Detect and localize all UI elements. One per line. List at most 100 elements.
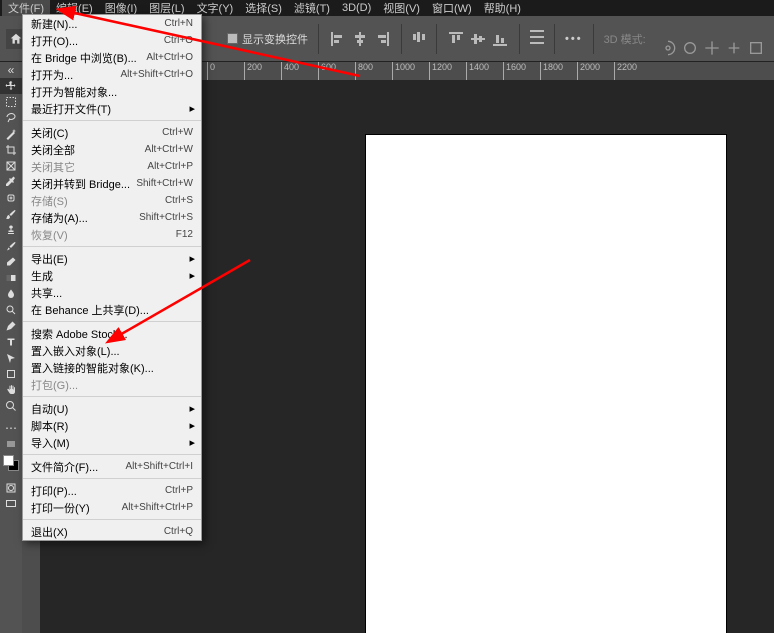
3d-slide-icon[interactable]	[726, 40, 742, 56]
zoom-tool[interactable]	[0, 398, 22, 414]
align-center-h-icon[interactable]	[351, 29, 369, 49]
shape-tool[interactable]	[0, 366, 22, 382]
menu-item[interactable]: 自动(U)▸	[23, 400, 201, 417]
menu-item-label: 最近打开文件(T)	[31, 101, 193, 117]
menu-item[interactable]: 导入(M)▸	[23, 434, 201, 451]
menu-item-label: 自动(U)	[31, 401, 193, 417]
marquee-tool[interactable]	[0, 94, 22, 110]
eraser-tool[interactable]	[0, 254, 22, 270]
menu-item-shortcut: Alt+Ctrl+P	[147, 161, 193, 172]
show-transform-controls-checkbox[interactable]: 显示变换控件	[227, 31, 308, 47]
menu-item[interactable]: 置入链接的智能对象(K)...	[23, 359, 201, 376]
menu-item[interactable]: 打印(P)...Ctrl+P	[23, 482, 201, 499]
menu-视图[interactable]: 视图(V)	[377, 0, 426, 17]
3d-orbit-icon[interactable]	[660, 40, 676, 56]
separator	[593, 24, 594, 54]
menu-item[interactable]: 存储为(A)...Shift+Ctrl+S	[23, 209, 201, 226]
menu-item[interactable]: 打开(O)...Ctrl+O	[23, 32, 201, 49]
menu-item-shortcut: Alt+Shift+Ctrl+O	[120, 69, 193, 80]
align-right-icon[interactable]	[373, 29, 391, 49]
pen-tool[interactable]	[0, 318, 22, 334]
menu-item-label: 打开(O)...	[31, 33, 164, 49]
move-tool[interactable]	[0, 78, 22, 94]
menu-item-shortcut: Alt+Shift+Ctrl+P	[122, 502, 193, 513]
submenu-arrow-icon: ▸	[189, 252, 195, 265]
eyedropper-tool[interactable]	[0, 174, 22, 190]
menu-item: 恢复(V)F12	[23, 226, 201, 243]
ruler-tick: 200	[244, 62, 281, 80]
path-tool[interactable]	[0, 350, 22, 366]
3d-roll-icon[interactable]	[682, 40, 698, 56]
menu-窗口[interactable]: 窗口(W)	[426, 0, 478, 17]
menu-item[interactable]: 在 Behance 上共享(D)...	[23, 301, 201, 318]
menu-item-shortcut: Alt+Ctrl+O	[146, 52, 193, 63]
lasso-tool[interactable]	[0, 110, 22, 126]
3d-pan-icon[interactable]	[704, 40, 720, 56]
document-canvas[interactable]	[366, 135, 726, 633]
menu-滤镜[interactable]: 滤镜(T)	[288, 0, 336, 17]
ruler-tick: 800	[355, 62, 392, 80]
submenu-arrow-icon: ▸	[189, 402, 195, 415]
menu-选择[interactable]: 选择(S)	[239, 0, 288, 17]
crop-tool[interactable]	[0, 142, 22, 158]
align-distribute-icon[interactable]	[412, 30, 426, 47]
menu-item[interactable]: 打印一份(Y)Alt+Shift+Ctrl+P	[23, 499, 201, 516]
menu-item[interactable]: 导出(E)▸	[23, 250, 201, 267]
wand-tool[interactable]	[0, 126, 22, 142]
menu-item[interactable]: 脚本(R)▸	[23, 417, 201, 434]
color-swatches[interactable]	[3, 455, 19, 471]
menu-item[interactable]: 搜索 Adobe Stock...	[23, 325, 201, 342]
menu-item[interactable]: 关闭全部Alt+Ctrl+W	[23, 141, 201, 158]
menu-item-label: 关闭全部	[31, 142, 145, 158]
more-tools-icon[interactable]: ⋯	[0, 420, 22, 436]
menu-帮助[interactable]: 帮助(H)	[478, 0, 527, 17]
submenu-arrow-icon: ▸	[189, 102, 195, 115]
menu-item-shortcut: Ctrl+O	[164, 35, 193, 46]
menu-item[interactable]: 共享...	[23, 284, 201, 301]
toolbox: « ⋯	[0, 62, 22, 633]
menu-item: 存储(S)Ctrl+S	[23, 192, 201, 209]
menu-item: 关闭其它Alt+Ctrl+P	[23, 158, 201, 175]
menu-item-shortcut: Ctrl+P	[165, 485, 193, 496]
menu-item-shortcut: Shift+Ctrl+S	[139, 212, 193, 223]
brush-tool[interactable]	[0, 206, 22, 222]
menu-item-label: 恢复(V)	[31, 227, 176, 243]
edit-toolbar-icon[interactable]	[0, 436, 22, 452]
menu-item[interactable]: 置入嵌入对象(L)...	[23, 342, 201, 359]
menu-item[interactable]: 文件简介(F)...Alt+Shift+Ctrl+I	[23, 458, 201, 475]
menu-item[interactable]: 打开为智能对象...	[23, 83, 201, 100]
menu-item[interactable]: 关闭并转到 Bridge...Shift+Ctrl+W	[23, 175, 201, 192]
align-top-icon[interactable]	[447, 29, 465, 49]
menu-item: 打包(G)...	[23, 376, 201, 393]
quick-mask-icon[interactable]	[0, 480, 22, 496]
blur-tool[interactable]	[0, 286, 22, 302]
dodge-tool[interactable]	[0, 302, 22, 318]
ruler-tick: 1000	[392, 62, 429, 80]
collapse-icon[interactable]: «	[0, 62, 22, 78]
menu-item[interactable]: 新建(N)...Ctrl+N	[23, 15, 201, 32]
stamp-tool[interactable]	[0, 222, 22, 238]
align-left-icon[interactable]	[329, 29, 347, 49]
screen-mode-icon[interactable]	[0, 496, 22, 512]
menu-item[interactable]: 生成▸	[23, 267, 201, 284]
menu-item-label: 在 Bridge 中浏览(B)...	[31, 50, 146, 66]
menu-item[interactable]: 在 Bridge 中浏览(B)...Alt+Ctrl+O	[23, 49, 201, 66]
gradient-tool[interactable]	[0, 270, 22, 286]
frame-tool[interactable]	[0, 158, 22, 174]
align-middle-icon[interactable]	[469, 29, 487, 49]
checkbox-label: 显示变换控件	[242, 31, 308, 47]
menu-item[interactable]: 关闭(C)Ctrl+W	[23, 124, 201, 141]
distribute-v-icon[interactable]	[530, 30, 544, 47]
menu-item[interactable]: 退出(X)Ctrl+Q	[23, 523, 201, 540]
history-brush-tool[interactable]	[0, 238, 22, 254]
type-tool[interactable]	[0, 334, 22, 350]
menu-item-label: 文件简介(F)...	[31, 459, 125, 475]
3d-scale-icon[interactable]	[748, 40, 764, 56]
more-options-icon[interactable]: •••	[565, 33, 583, 45]
align-bottom-icon[interactable]	[491, 29, 509, 49]
menu-item[interactable]: 最近打开文件(T)▸	[23, 100, 201, 117]
hand-tool[interactable]	[0, 382, 22, 398]
heal-tool[interactable]	[0, 190, 22, 206]
menu-3d[interactable]: 3D(D)	[336, 1, 377, 15]
menu-item[interactable]: 打开为...Alt+Shift+Ctrl+O	[23, 66, 201, 83]
